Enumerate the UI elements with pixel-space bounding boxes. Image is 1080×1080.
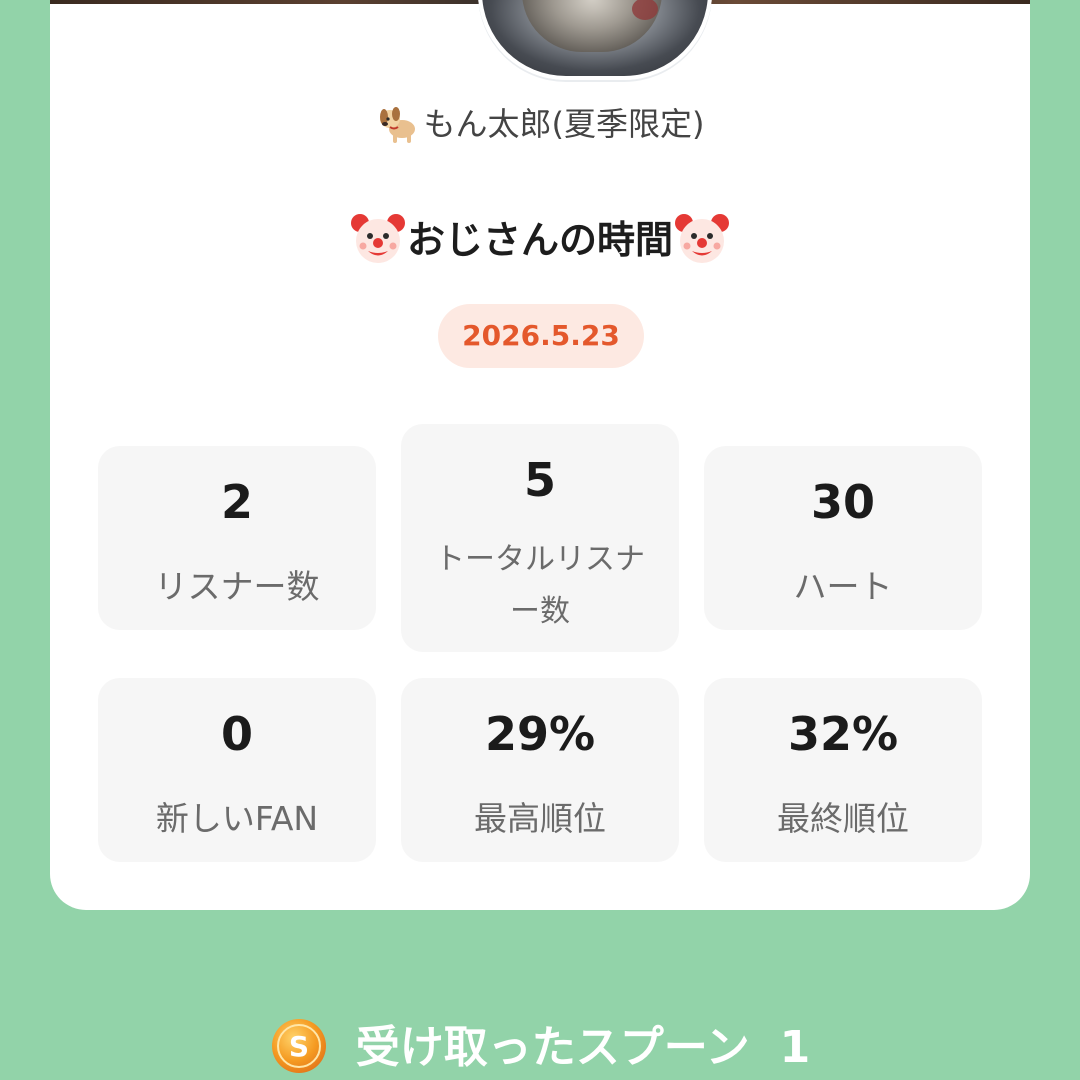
stat-highest-rank: 29% 最高順位 — [401, 678, 679, 862]
stat-label: 最終順位 — [777, 799, 909, 838]
stat-value: 2 — [220, 475, 253, 529]
received-spoons-label: 受け取ったスプーン — [355, 1022, 750, 1073]
stat-label: トータルリスナー数 — [435, 542, 645, 629]
clown-face-icon-left — [350, 213, 405, 263]
broadcast-date-badge: 2026.5.23 — [438, 304, 644, 368]
stat-value: 30 — [810, 475, 875, 529]
received-spoons-row: S 受け取ったスプーン 1 — [0, 1016, 1080, 1080]
stat-value: 29% — [484, 707, 596, 761]
stat-value: 32% — [787, 707, 899, 761]
stat-label: 最高順位 — [474, 799, 606, 838]
stat-total-listeners: 5 トータルリスナー数 — [401, 424, 679, 652]
broadcast-title: おじさんの時間 — [406, 218, 673, 262]
stat-label: ハート — [793, 567, 893, 606]
stat-value: 5 — [523, 453, 556, 507]
stat-listeners: 2 リスナー数 — [98, 446, 376, 630]
summary-card: もん太郎(夏季限定) おじさんの時間 2026.5.23 2 リスナー数 5 ト… — [50, 0, 1030, 910]
broadcast-summary-page: もん太郎(夏季限定) おじさんの時間 2026.5.23 2 リスナー数 5 ト… — [0, 0, 1080, 1080]
owner-name: もん太郎(夏季限定) — [423, 105, 705, 143]
dog-emoji-icon — [379, 107, 415, 143]
stat-hearts: 30 ハート — [704, 446, 982, 630]
svg-text:S: S — [289, 1030, 309, 1063]
spoon-coin-icon: S — [271, 1019, 326, 1073]
broadcast-title-row: おじさんの時間 — [50, 210, 1030, 270]
stat-final-rank: 32% 最終順位 — [704, 678, 982, 862]
dog-avatar[interactable] — [478, 0, 712, 80]
stat-label: リスナー数 — [154, 567, 320, 606]
stat-value: 0 — [220, 707, 253, 761]
owner-name-row[interactable]: もん太郎(夏季限定) — [50, 96, 1030, 152]
received-spoons-count: 1 — [779, 1022, 811, 1073]
stat-label: 新しいFAN — [155, 799, 319, 838]
clown-face-icon-right — [675, 213, 729, 263]
stat-new-fans: 0 新しいFAN — [98, 678, 376, 862]
